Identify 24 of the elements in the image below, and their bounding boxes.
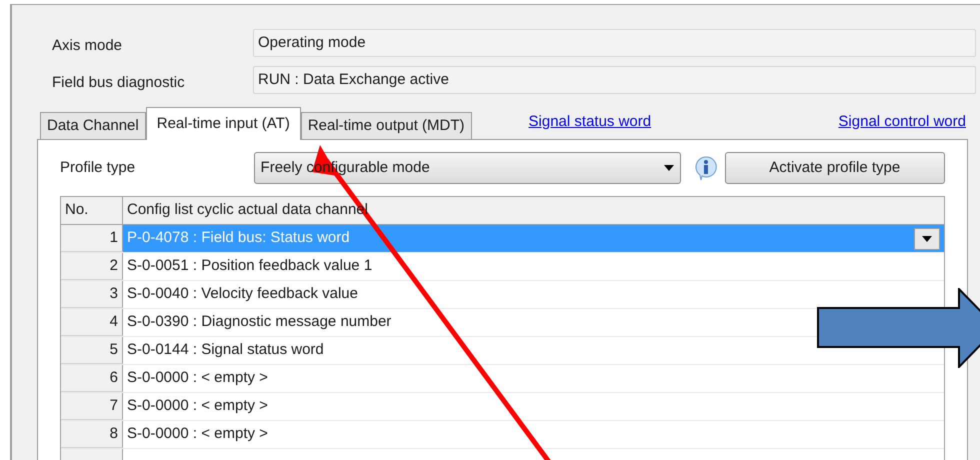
info-icon[interactable] bbox=[692, 155, 719, 181]
link[interactable]: Signal control word bbox=[838, 110, 966, 133]
dropdown-arrow-icon bbox=[922, 236, 932, 242]
cell-dropdown-button[interactable] bbox=[914, 228, 940, 250]
row-number-cell: 2 bbox=[61, 253, 123, 280]
row-number-cell: 4 bbox=[61, 309, 123, 336]
row-number-cell: 5 bbox=[61, 337, 123, 364]
tab[interactable]: Data Channel bbox=[40, 112, 146, 139]
row-number-cell: 8 bbox=[61, 421, 123, 448]
profile-type-label: Profile type bbox=[60, 158, 136, 178]
tab[interactable]: Real-time output (MDT) bbox=[300, 112, 472, 139]
row-number-cell: 3 bbox=[61, 281, 123, 308]
row-number-cell: 1 bbox=[61, 225, 123, 252]
readonly-field: Operating mode bbox=[253, 29, 976, 58]
link[interactable]: Signal status word bbox=[528, 110, 652, 133]
row-number-cell: 6 bbox=[61, 365, 123, 392]
row-number-cell: 7 bbox=[61, 393, 123, 420]
field-label: Axis mode bbox=[52, 36, 124, 56]
dropdown-arrow-icon bbox=[664, 165, 674, 171]
activate-profile-type-button[interactable]: Activate profile type bbox=[724, 152, 945, 184]
column-header: No. bbox=[61, 197, 123, 224]
field-label: Field bus diagnostic bbox=[52, 72, 186, 92]
tab[interactable]: Real-time input (AT) bbox=[146, 107, 301, 140]
readonly-field: RUN : Data Exchange active bbox=[253, 66, 976, 94]
